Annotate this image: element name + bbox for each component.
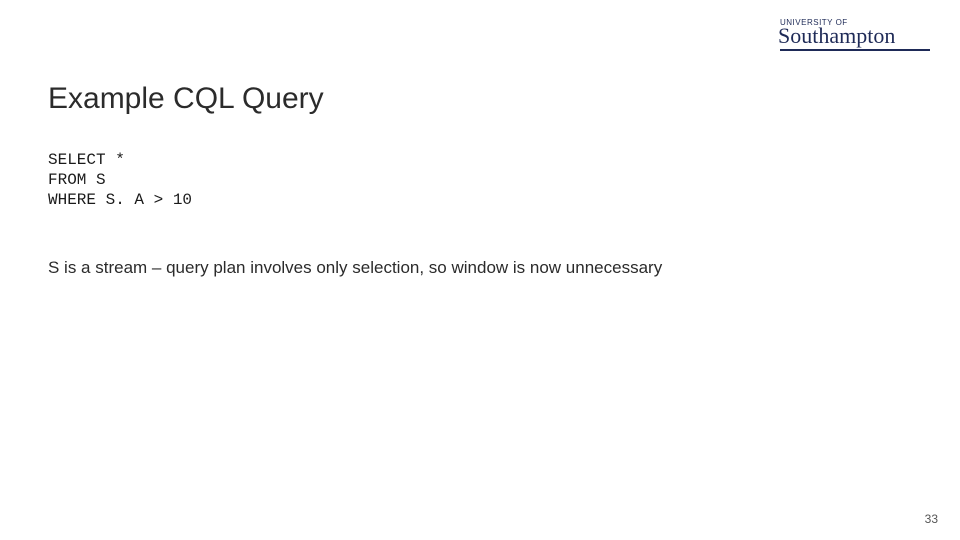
page-number: 33: [925, 512, 938, 526]
slide-title: Example CQL Query: [48, 82, 324, 116]
university-logo: UNIVERSITY OF Southampton: [778, 18, 930, 51]
logo-name: Southampton: [778, 25, 930, 47]
code-block: SELECT * FROM S WHERE S. A > 10: [48, 150, 192, 210]
body-text: S is a stream – query plan involves only…: [48, 258, 662, 278]
slide: UNIVERSITY OF Southampton Example CQL Qu…: [0, 0, 960, 540]
logo-underline: [780, 49, 930, 51]
